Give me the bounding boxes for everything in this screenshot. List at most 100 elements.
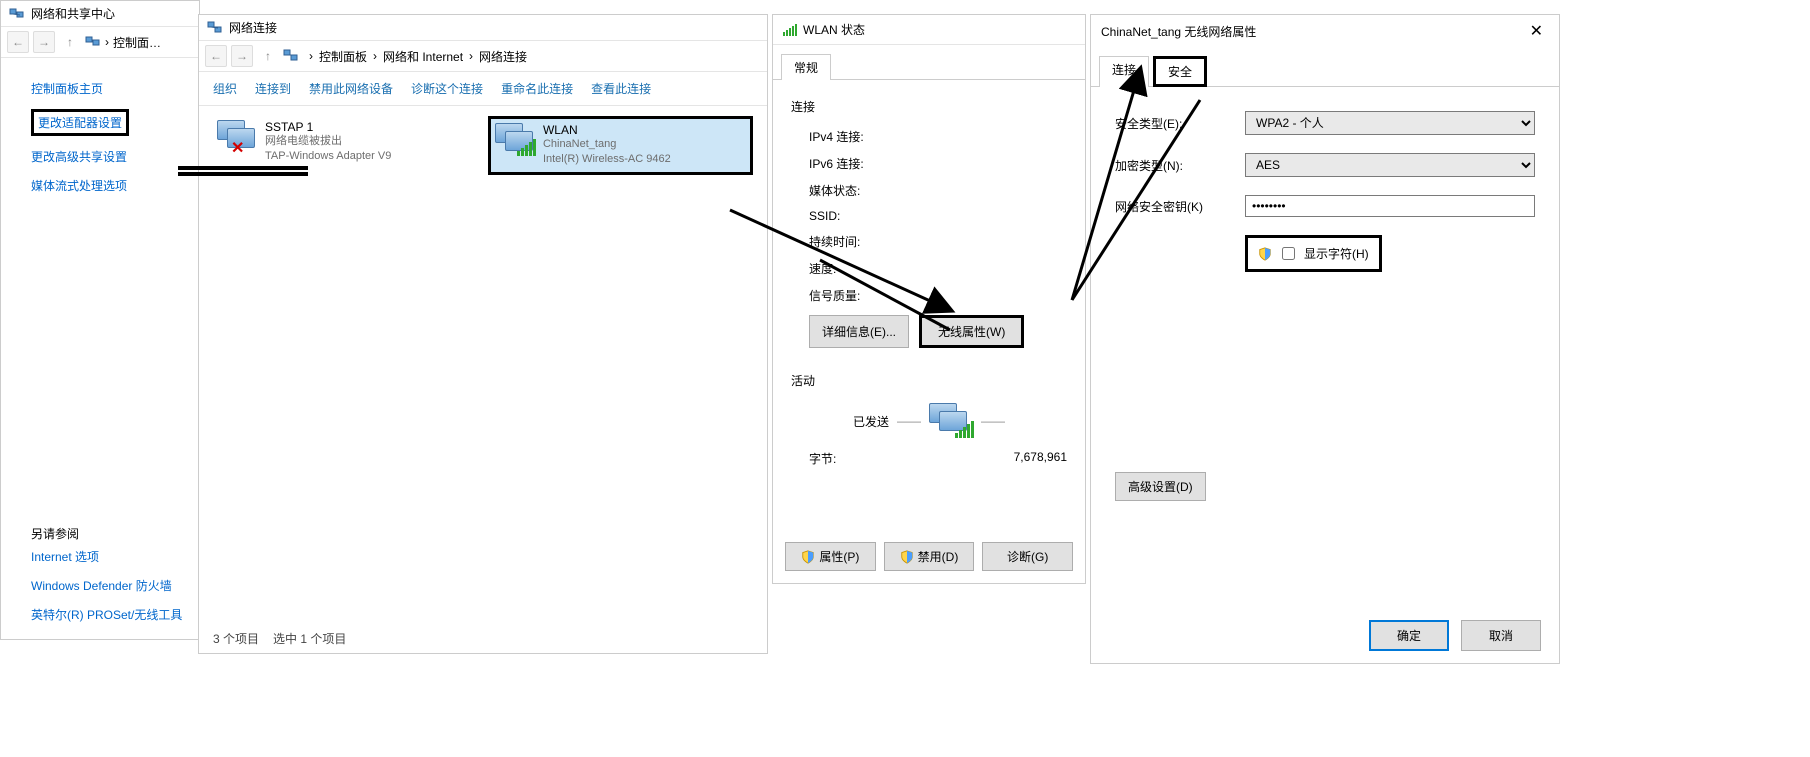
see-also-intel[interactable]: 英特尔(R) PROSet/无线工具: [31, 600, 182, 629]
win2-titlebar: 网络连接: [199, 15, 767, 40]
network-key-input[interactable]: [1245, 195, 1535, 217]
win2-nav: ← → ↑ ›控制面板 ›网络和 Internet ›网络连接: [199, 40, 767, 72]
tab-security[interactable]: 安全: [1153, 56, 1207, 87]
tb-view[interactable]: 查看此连接: [591, 80, 651, 97]
encryption-type-select[interactable]: AES: [1245, 153, 1535, 177]
win4-footer: 确定 取消: [1369, 620, 1541, 651]
adapter-icon-wifi: [495, 123, 535, 159]
sidebar-media-streaming[interactable]: 媒体流式处理选项: [31, 171, 199, 200]
tab-connection[interactable]: 连接: [1099, 56, 1149, 87]
btn-label: 禁用(D): [918, 548, 959, 565]
win1-titlebar: 网络和共享中心: [1, 1, 199, 26]
network-connections-icon: [207, 20, 223, 36]
wifi-signal-icon: [517, 139, 536, 156]
win2-toolbar: 组织 连接到 禁用此网络设备 诊断这个连接 重命名此连接 查看此连接: [199, 72, 767, 106]
row-security-type: 安全类型(E): WPA2 - 个人: [1115, 111, 1535, 135]
adapter-list: ✕ SSTAP 1 网络电缆被拔出 TAP-Windows Adapter V9…: [199, 106, 767, 185]
btn-label: 属性(P): [819, 548, 859, 565]
win1-breadcrumb[interactable]: 控制面…: [113, 34, 161, 51]
adapter-name: WLAN: [543, 123, 671, 137]
diagnose-button[interactable]: 诊断(G): [982, 542, 1073, 571]
group-activity: 活动: [791, 372, 1067, 389]
row-bytes: 字节: 7,678,961: [791, 445, 1067, 472]
lbl-key: 网络安全密钥(K): [1115, 198, 1245, 215]
tab-general[interactable]: 常规: [781, 54, 831, 80]
row-key: 网络安全密钥(K): [1115, 195, 1535, 217]
bc-netinet[interactable]: 网络和 Internet: [381, 48, 465, 65]
win3-tabs: 常规: [773, 45, 1085, 80]
wireless-props-button[interactable]: 无线属性(W): [919, 315, 1024, 348]
nav-back-button[interactable]: ←: [7, 31, 29, 53]
bc-netconn[interactable]: 网络连接: [477, 48, 529, 65]
sidebar-adapter-settings[interactable]: 更改适配器设置: [31, 103, 199, 142]
win3-title-text: WLAN 状态: [803, 21, 865, 38]
tb-rename[interactable]: 重命名此连接: [501, 80, 573, 97]
nav-up-button[interactable]: ↑: [59, 31, 81, 53]
disable-button[interactable]: 禁用(D): [884, 542, 975, 571]
win2-breadcrumb[interactable]: ›控制面板 ›网络和 Internet ›网络连接: [303, 48, 529, 65]
advanced-settings-button[interactable]: 高级设置(D): [1115, 472, 1206, 501]
win4-tabs: 连接 安全: [1091, 47, 1559, 87]
properties-button[interactable]: 属性(P): [785, 542, 876, 571]
cancel-button[interactable]: 取消: [1461, 620, 1541, 651]
show-chars-row: 显示字符(H): [1245, 235, 1382, 272]
row-media: 媒体状态:: [791, 177, 1067, 204]
row-ipv4: IPv4 连接:: [791, 123, 1067, 150]
see-also-heading: 另请参阅: [31, 525, 182, 542]
win1-sidebar: 控制面板主页 更改适配器设置 更改高级共享设置 媒体流式处理选项: [1, 58, 199, 200]
activity-graphic: 已发送 —— ——: [791, 397, 1067, 445]
adapter-wlan[interactable]: WLAN ChinaNet_tang Intel(R) Wireless-AC …: [488, 116, 753, 175]
adapter-icon-disconnected: ✕: [217, 120, 257, 156]
network-center-icon: [85, 34, 101, 50]
wifi-signal-icon: [783, 24, 797, 36]
status-count: 3 个项目: [213, 630, 259, 647]
tb-organize[interactable]: 组织: [213, 80, 237, 97]
row-speed: 速度:: [791, 255, 1067, 282]
security-type-select[interactable]: WPA2 - 个人: [1245, 111, 1535, 135]
status-selected: 选中 1 个项目: [273, 630, 346, 647]
shield-icon: [1258, 247, 1272, 261]
network-center-icon: [9, 6, 25, 22]
see-also-internet[interactable]: Internet 选项: [31, 542, 182, 571]
network-connections-window: 网络连接 ← → ↑ ›控制面板 ›网络和 Internet ›网络连接 组织 …: [198, 14, 768, 654]
row-signal: 信号质量:: [791, 282, 1067, 309]
sidebar-home[interactable]: 控制面板主页: [31, 74, 199, 103]
lbl-enc: 加密类型(N):: [1115, 157, 1245, 174]
sidebar-advanced-sharing[interactable]: 更改高级共享设置: [31, 142, 199, 171]
adapter-ssid: ChinaNet_tang: [543, 137, 671, 152]
adapter-sstap[interactable]: ✕ SSTAP 1 网络电缆被拔出 TAP-Windows Adapter V9: [213, 116, 478, 175]
adapter-status: 网络电缆被拔出: [265, 134, 391, 149]
adapter-name: SSTAP 1: [265, 120, 391, 134]
lbl-sectype: 安全类型(E):: [1115, 115, 1245, 132]
win4-title-text: ChinaNet_tang 无线网络属性: [1101, 23, 1256, 40]
close-button[interactable]: ✕: [1524, 21, 1549, 41]
nav-fwd-button[interactable]: →: [231, 45, 253, 67]
row-ipv6: IPv6 连接:: [791, 150, 1067, 177]
details-button[interactable]: 详细信息(E)...: [809, 315, 909, 348]
win3-button-row: 详细信息(E)... 无线属性(W): [791, 309, 1067, 354]
bc-cp[interactable]: 控制面板: [317, 48, 369, 65]
network-sharing-center-window: 网络和共享中心 ← → ↑ › 控制面… 控制面板主页 更改适配器设置 更改高级…: [0, 0, 200, 640]
bytes-sent-value: 7,678,961: [1014, 450, 1067, 467]
row-duration: 持续时间:: [791, 228, 1067, 255]
computers-icon: [929, 403, 973, 439]
win1-nav: ← → ↑ › 控制面…: [1, 26, 199, 58]
tb-disable[interactable]: 禁用此网络设备: [309, 80, 393, 97]
tb-connect[interactable]: 连接到: [255, 80, 291, 97]
annotation-box: 更改适配器设置: [31, 109, 129, 136]
network-connections-icon: [283, 48, 299, 64]
nav-up-button[interactable]: ↑: [257, 45, 279, 67]
see-also-defender[interactable]: Windows Defender 防火墙: [31, 571, 182, 600]
win2-title-text: 网络连接: [229, 19, 277, 36]
sent-label: 已发送: [853, 413, 889, 430]
nav-fwd-button[interactable]: →: [33, 31, 55, 53]
win2-statusbar: 3 个项目 选中 1 个项目: [213, 630, 346, 647]
show-ch|ars-checkbox[interactable]: [1282, 247, 1295, 260]
win4-body: 安全类型(E): WPA2 - 个人 加密类型(N): AES 网络安全密钥(K…: [1091, 87, 1559, 525]
wifi-signal-icon: [955, 421, 974, 438]
ok-button[interactable]: 确定: [1369, 620, 1449, 651]
tb-diagnose[interactable]: 诊断这个连接: [411, 80, 483, 97]
nav-back-button[interactable]: ←: [205, 45, 227, 67]
win4-titlebar: ChinaNet_tang 无线网络属性 ✕: [1091, 15, 1559, 47]
win1-see-also: 另请参阅 Internet 选项 Windows Defender 防火墙 英特…: [31, 525, 182, 629]
